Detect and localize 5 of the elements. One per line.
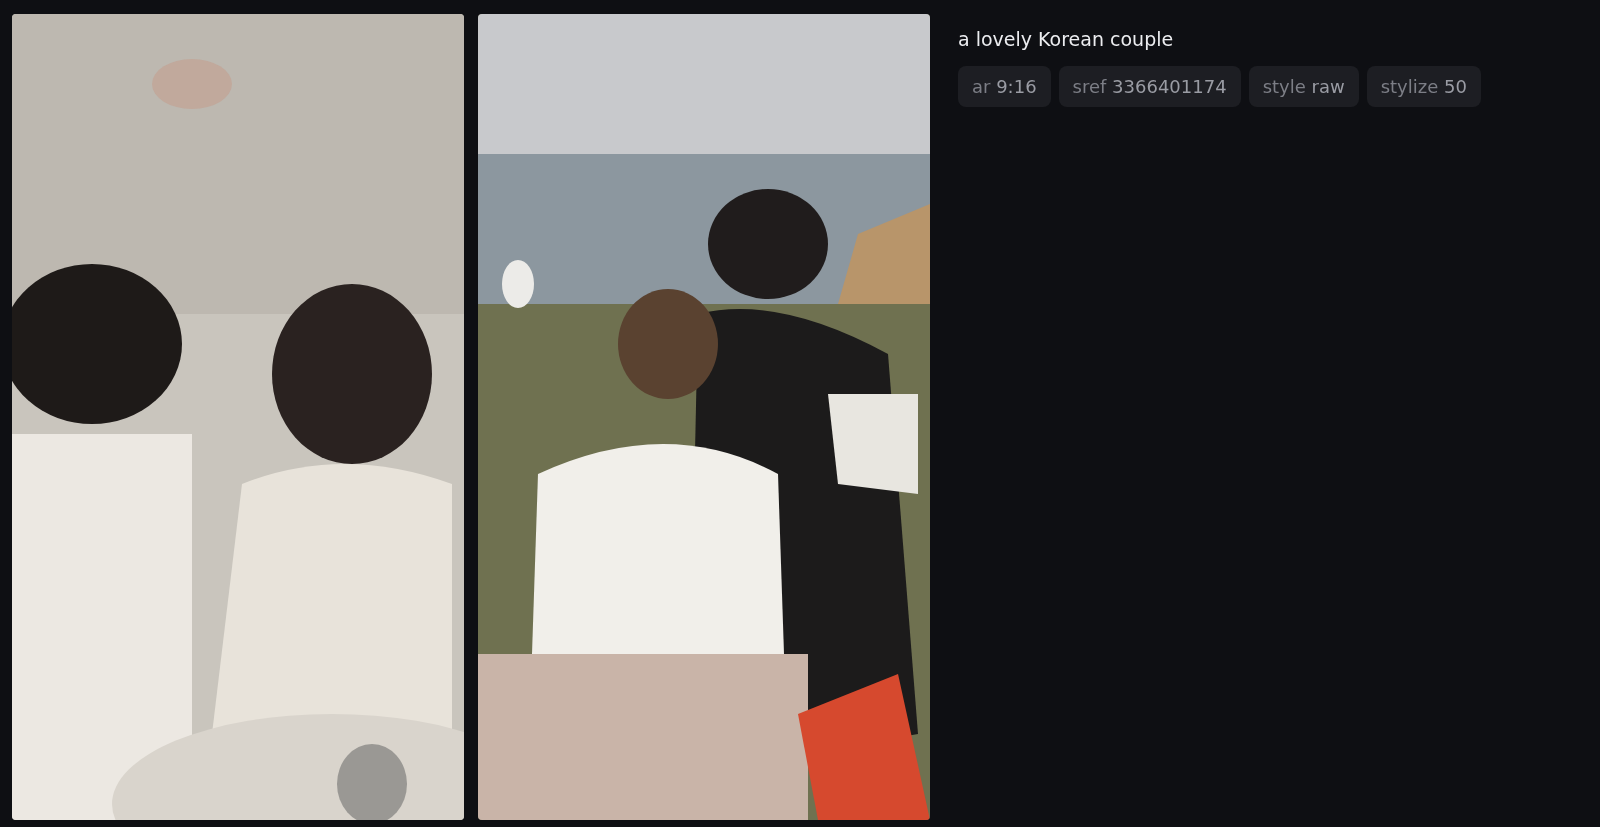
parameter-tag: stylize 50 (1366, 66, 1481, 107)
parameter-tag: style raw (1248, 66, 1359, 107)
parameter-tag: sref 3366401174 (1058, 66, 1241, 107)
prompt-text: a lovely Korean couple (958, 27, 1175, 52)
parameter-tag: ar 9:16 (958, 66, 1051, 107)
